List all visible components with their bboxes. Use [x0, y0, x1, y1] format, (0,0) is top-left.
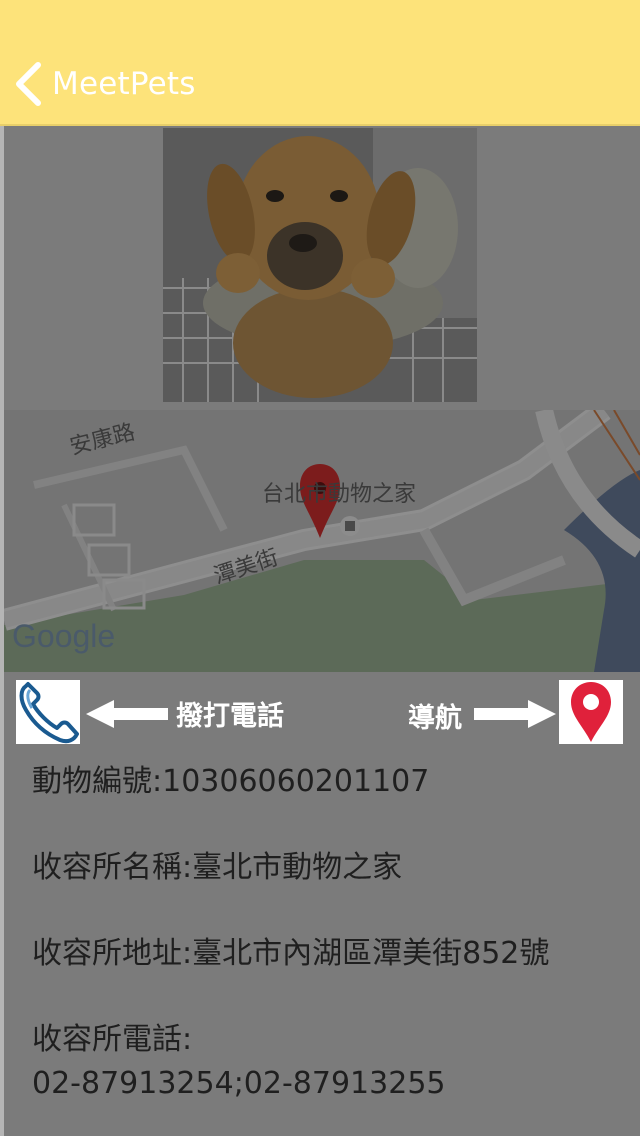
animal-id-value: 10306060201107	[162, 764, 430, 799]
call-button[interactable]	[16, 680, 80, 744]
pet-photo	[163, 128, 477, 402]
animal-id-label: 動物編號:	[32, 764, 163, 799]
navigate-label: 導航	[408, 703, 462, 734]
shelter-phone-value[interactable]: 02-87913254;02-87913255	[32, 1066, 446, 1101]
shelter-name-label: 收容所名稱:	[32, 850, 193, 885]
google-logo: Google	[12, 618, 116, 654]
action-row: 撥打電話 導航	[0, 672, 640, 752]
map-pin-icon	[571, 682, 611, 742]
shelter-address-row: 收容所地址:臺北市內湖區潭美街852號	[32, 932, 612, 976]
shelter-name-value: 臺北市動物之家	[192, 850, 403, 885]
navigate-button[interactable]	[559, 680, 623, 744]
shelter-name-row: 收容所名稱:臺北市動物之家	[32, 846, 612, 890]
arrow-right-icon	[474, 700, 556, 728]
back-button-label: MeetPets	[52, 66, 196, 102]
chevron-left-icon	[16, 62, 41, 106]
call-label: 撥打電話	[176, 701, 284, 732]
app-screen: MeetPets 台北市動物之家 安康路 潭美街 Google 撥打電話 導航 …	[0, 0, 640, 1136]
puppy-image	[163, 128, 477, 402]
shelter-phone-row: 收容所電話: 02-87913254;02-87913255	[32, 1018, 612, 1106]
shelter-address-value: 臺北市內湖區潭美街852號	[192, 936, 550, 971]
arrow-left-icon	[86, 700, 168, 728]
phone-icon	[19, 682, 79, 744]
back-button[interactable]: MeetPets	[14, 60, 196, 108]
map-place-label: 台北市動物之家	[262, 482, 417, 507]
animal-id-row: 動物編號:10306060201107	[32, 760, 612, 804]
map-view[interactable]: 台北市動物之家 安康路 潭美街 Google	[4, 410, 640, 672]
animal-info: 動物編號:10306060201107 收容所名稱:臺北市動物之家 收容所地址:…	[32, 752, 612, 1136]
shelter-phone-label: 收容所電話:	[32, 1022, 193, 1057]
navigation-bar: MeetPets	[0, 0, 640, 126]
shelter-address-label: 收容所地址:	[32, 936, 193, 971]
